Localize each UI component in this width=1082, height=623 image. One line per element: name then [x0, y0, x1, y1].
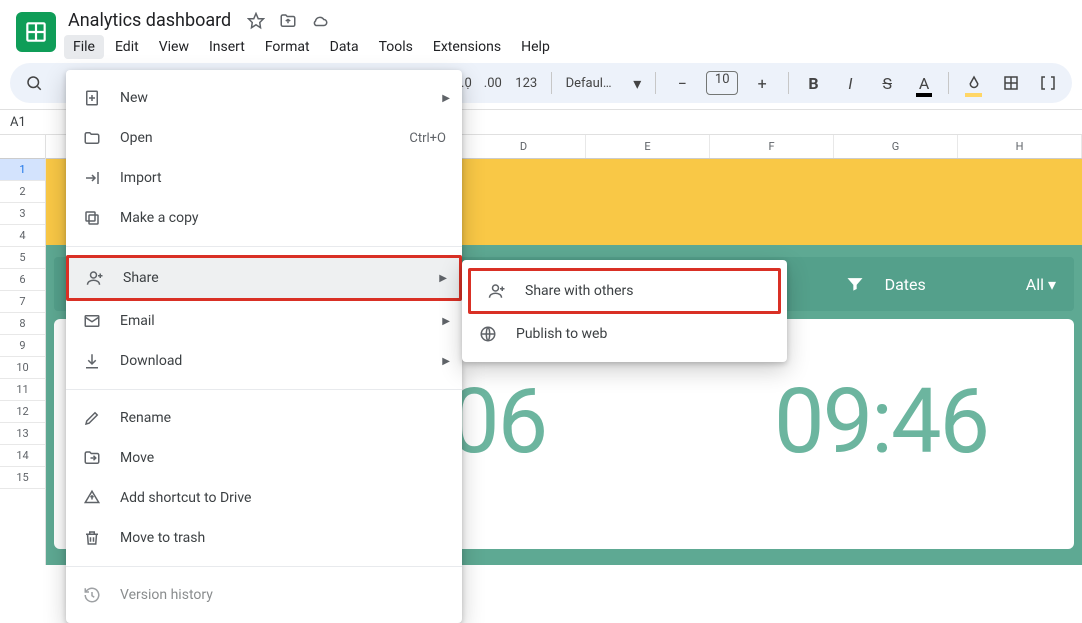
submenu-arrow-icon: ▶ [442, 93, 450, 104]
file-menu-version-history[interactable]: Version history [66, 575, 462, 615]
row-header[interactable]: 2 [0, 181, 45, 203]
row-header[interactable]: 15 [0, 467, 45, 489]
file-menu-move[interactable]: Move [66, 438, 462, 478]
column-header[interactable]: F [710, 135, 834, 158]
submenu-arrow-icon: ▶ [442, 356, 450, 367]
increase-fontsize-button[interactable]: + [744, 65, 780, 101]
number-format-button[interactable]: 123 [510, 65, 543, 101]
move-folder-icon [82, 449, 102, 467]
row-header[interactable]: 13 [0, 423, 45, 445]
drive-shortcut-icon [82, 489, 102, 507]
folder-open-icon [82, 129, 102, 147]
shortcut-label: Ctrl+O [409, 131, 446, 146]
menu-format[interactable]: Format [256, 35, 319, 59]
new-sheet-icon [82, 89, 102, 107]
column-header[interactable]: D [462, 135, 586, 158]
file-menu-rename[interactable]: Rename [66, 398, 462, 438]
file-menu-new[interactable]: New ▶ [66, 78, 462, 118]
doc-title[interactable]: Analytics dashboard [64, 8, 235, 33]
history-icon [82, 586, 102, 604]
file-menu-share[interactable]: Share ▶ [69, 258, 459, 298]
select-all-corner[interactable] [0, 135, 45, 159]
publish-to-web[interactable]: Publish to web [462, 314, 787, 354]
toolbar-search-icon[interactable] [18, 65, 51, 101]
copy-icon [82, 209, 102, 227]
file-menu-popup: New ▶ Open Ctrl+O Import Make a copy Sha… [66, 70, 462, 623]
bold-button[interactable]: B [797, 65, 830, 101]
fontsize-input[interactable]: 10 [706, 71, 738, 95]
submenu-arrow-icon: ▶ [442, 316, 450, 327]
row-header[interactable]: 8 [0, 313, 45, 335]
filter-all-dropdown[interactable]: All ▾ [1026, 275, 1056, 294]
row-header[interactable]: 10 [0, 357, 45, 379]
file-menu-trash[interactable]: Move to trash [66, 518, 462, 558]
italic-button[interactable]: I [834, 65, 867, 101]
download-icon [82, 352, 102, 370]
namebox[interactable]: A1 [0, 115, 46, 130]
merge-cells-button[interactable] [1031, 65, 1064, 101]
metric-big-number-2: 09:46 [774, 369, 988, 474]
decrease-fontsize-button[interactable]: − [664, 65, 700, 101]
row-header[interactable]: 6 [0, 269, 45, 291]
rename-icon [82, 409, 102, 427]
row-header[interactable]: 1 [0, 159, 45, 181]
row-header[interactable]: 14 [0, 445, 45, 467]
menu-view[interactable]: View [150, 35, 198, 59]
email-icon [82, 312, 102, 330]
submenu-arrow-icon: ▶ [439, 273, 447, 284]
menu-help[interactable]: Help [512, 35, 559, 59]
column-header[interactable]: E [586, 135, 710, 158]
trash-icon [82, 529, 102, 547]
column-header[interactable]: G [834, 135, 958, 158]
globe-icon [478, 325, 498, 343]
fill-color-button[interactable] [957, 65, 990, 101]
import-icon [82, 169, 102, 187]
file-menu-download[interactable]: Download ▶ [66, 341, 462, 381]
sheets-app-icon[interactable] [16, 12, 56, 52]
metric-big-number-1: 06 [449, 369, 546, 474]
row-header[interactable]: 4 [0, 225, 45, 247]
filter-icon [845, 274, 865, 294]
increase-decimal-button[interactable]: .00 [480, 76, 506, 91]
star-icon[interactable] [247, 12, 265, 30]
menu-data[interactable]: Data [321, 35, 368, 59]
file-menu-open[interactable]: Open Ctrl+O [66, 118, 462, 158]
text-color-button[interactable]: A [908, 65, 941, 101]
file-menu-email[interactable]: Email ▶ [66, 301, 462, 341]
menu-insert[interactable]: Insert [200, 35, 254, 59]
menu-file[interactable]: File [64, 35, 104, 59]
share-with-others[interactable]: Share with others [471, 271, 778, 311]
file-menu-import[interactable]: Import [66, 158, 462, 198]
row-header[interactable]: 5 [0, 247, 45, 269]
menu-extensions[interactable]: Extensions [424, 35, 510, 59]
row-header[interactable]: 11 [0, 379, 45, 401]
font-family-select[interactable]: Defaul… ▾ [560, 74, 648, 93]
chevron-down-icon: ▾ [1048, 275, 1056, 294]
column-header[interactable]: H [958, 135, 1082, 158]
docs-header: Analytics dashboard File Edit View Inser… [0, 0, 1082, 59]
menubar: File Edit View Insert Format Data Tools … [64, 35, 559, 59]
row-header[interactable]: 3 [0, 203, 45, 225]
cloud-status-icon[interactable] [311, 12, 329, 30]
strikethrough-button[interactable]: S [871, 65, 904, 101]
borders-button[interactable] [994, 65, 1027, 101]
file-menu-add-shortcut[interactable]: Add shortcut to Drive [66, 478, 462, 518]
menu-edit[interactable]: Edit [106, 35, 148, 59]
chevron-down-icon: ▾ [633, 74, 641, 93]
row-header[interactable]: 12 [0, 401, 45, 423]
share-submenu-popup: Share with others Publish to web [462, 260, 787, 362]
person-add-icon [85, 269, 105, 287]
move-to-folder-icon[interactable] [279, 12, 297, 30]
row-header[interactable]: 7 [0, 291, 45, 313]
menu-tools[interactable]: Tools [370, 35, 422, 59]
filter-dates-label[interactable]: Dates [885, 275, 926, 294]
row-header[interactable]: 9 [0, 335, 45, 357]
file-menu-make-copy[interactable]: Make a copy [66, 198, 462, 238]
person-add-icon [487, 282, 507, 300]
